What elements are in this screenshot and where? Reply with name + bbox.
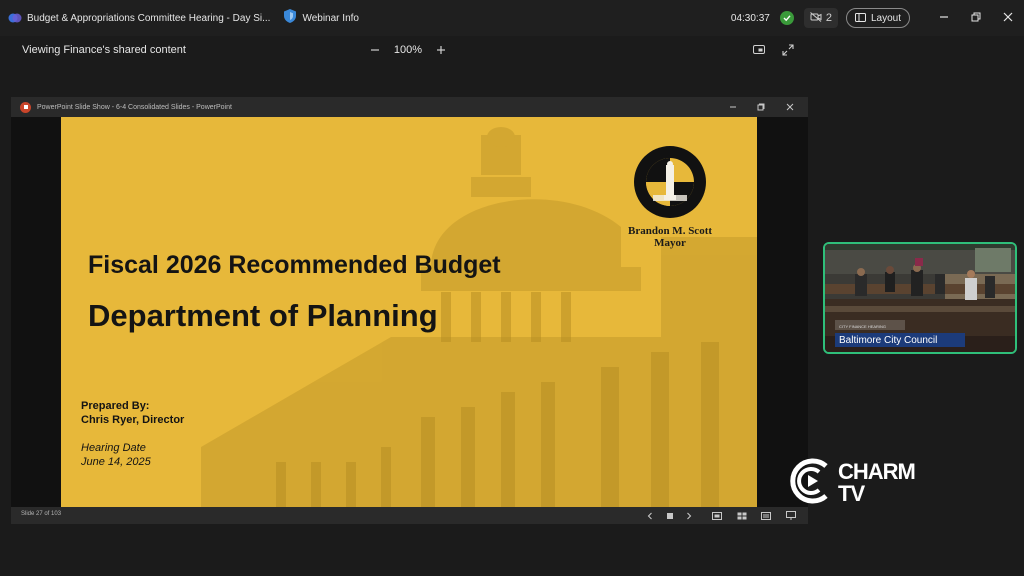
zoom-in-button[interactable] [432,42,450,58]
layout-icon [854,9,866,27]
hearing-date: June 14, 2025 [81,456,151,468]
powerpoint-icon [20,101,31,113]
reading-view-icon[interactable] [760,510,771,521]
baltimore-city-seal [634,146,706,218]
grid-view-icon[interactable] [736,510,747,521]
recording-shield-icon [779,11,794,25]
video-caption: CITY FINANCE HEARING [839,324,887,329]
participant-count: 2 [825,12,832,24]
camera-off-icon [810,9,822,27]
participants-button[interactable]: 2 [803,8,838,28]
minimize-icon [729,98,737,116]
minimize-button[interactable] [928,0,960,36]
normal-view-icon[interactable] [711,510,722,521]
charm-tv-logo: CHARM TV [786,454,936,510]
council-video-tile[interactable]: CITY FINANCE HEARING Baltimore City Coun… [823,242,1017,354]
restore-button[interactable] [960,0,992,36]
powerpoint-titlebar: PowerPoint Slide Show - 6-4 Consolidated… [11,97,808,117]
zoom-controls: 100% [366,42,450,58]
zoom-level: 100% [393,44,423,56]
close-icon [1003,9,1013,27]
window-titlebar: Budget & Appropriations Committee Hearin… [0,0,1024,36]
meeting-timer: 04:30:37 [730,12,770,24]
fullscreen-icon[interactable] [781,43,795,57]
slide: Brandon M. Scott Mayor Fiscal 2026 Recom… [61,117,757,507]
hearing-date-label: Hearing Date [81,442,146,454]
layout-button[interactable]: Layout [845,8,910,28]
minimize-icon [939,9,949,27]
ppt-minimize-button[interactable] [720,97,746,117]
popout-icon[interactable] [752,43,766,57]
close-icon [786,98,794,116]
prev-slide-icon[interactable] [644,510,655,521]
slide-counter: Slide 27 of 103 [21,511,62,517]
zoom-in-icon [436,42,446,58]
slide-subtitle: Department of Planning [88,298,438,333]
charm-tv-wordmark-line2: TV [838,481,865,506]
restore-icon [971,9,981,27]
webinar-info-button[interactable]: Webinar Info [284,8,359,28]
mayor-name: Brandon M. Scott [627,225,713,237]
ppt-close-button[interactable] [777,97,803,117]
powerpoint-status-bar: Slide 27 of 103 [11,507,808,524]
charm-tv-play-icon [790,458,828,504]
prepared-by-name: Chris Ryer, Director [81,414,185,426]
restore-icon [757,98,765,116]
shield-icon [284,8,297,28]
next-slide-icon[interactable] [683,510,694,521]
webinar-info-label: Webinar Info [302,12,359,24]
mayor-title: Mayor [654,237,686,249]
ppt-restore-button[interactable] [748,97,774,117]
lower-third-text: Baltimore City Council [839,335,938,346]
zoom-out-button[interactable] [366,42,384,58]
share-toolbar: Viewing Finance's shared content 100% [0,36,1024,64]
prepared-by-label: Prepared By: [81,400,150,412]
viewing-shared-content-label: Viewing Finance's shared content [22,44,186,56]
slide-sorter-icon[interactable] [664,510,675,521]
close-button[interactable] [992,0,1024,36]
teams-app-icon [8,11,22,25]
meeting-title: Budget & Appropriations Committee Hearin… [27,12,271,24]
powerpoint-window: PowerPoint Slide Show - 6-4 Consolidated… [11,97,808,524]
layout-label: Layout [870,12,901,24]
presenter-view-icon[interactable] [785,510,796,521]
zoom-out-icon [370,42,380,58]
slide-title: Fiscal 2026 Recommended Budget [88,251,501,279]
powerpoint-window-title: PowerPoint Slide Show - 6-4 Consolidated… [37,103,232,111]
